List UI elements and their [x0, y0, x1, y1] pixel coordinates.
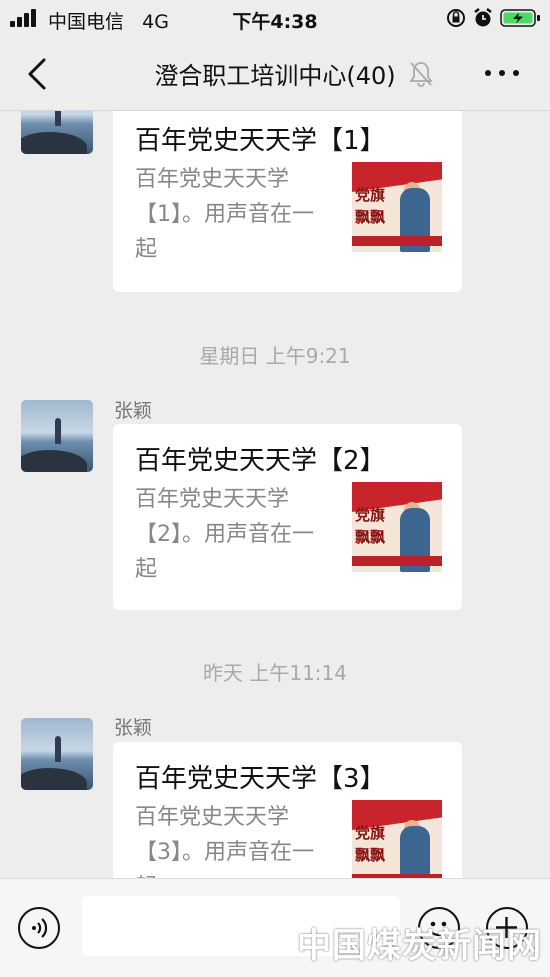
card-description: 百年党史天天学【3】。用声音在一起	[135, 805, 314, 878]
alarm-icon	[474, 8, 492, 27]
watermark: 中国煤炭新闻网	[297, 926, 542, 966]
sender-name: 张颖	[114, 717, 153, 739]
card-thumbnail: 党旗 飘飘	[352, 162, 442, 252]
card-thumbnail: 党旗 飘飘	[352, 800, 442, 878]
avatar[interactable]	[21, 111, 93, 154]
avatar[interactable]	[21, 718, 93, 790]
card-title: 百年党史天天学【3】	[135, 764, 386, 794]
input-bar: 中国煤炭新闻网	[0, 878, 550, 977]
thumbnail-text: 飘飘	[355, 528, 386, 546]
thumbnail-text: 飘飘	[355, 846, 386, 864]
bell-slash-icon	[409, 62, 433, 87]
link-card[interactable]: 百年党史天天学【2】 百年党史天天学【2】。用声音在一起 党旗 飘飘	[113, 424, 462, 610]
thumbnail-text: 党旗	[355, 506, 386, 524]
rotation-lock-icon	[447, 9, 465, 27]
link-card[interactable]: 百年党史天天学【3】 百年党史天天学【3】。用声音在一起 党旗 飘飘	[113, 742, 462, 878]
chat-title: 澄合职工培训中心(40)	[154, 62, 396, 90]
card-description: 百年党史天天学【2】。用声音在一起	[135, 487, 314, 582]
thumbnail-text: 飘飘	[355, 208, 386, 226]
message-list[interactable]: 百年党史天天学【1】 百年党史天天学【1】。用声音在一起 党旗 飘飘 星期日 上…	[0, 111, 550, 878]
thumbnail-text: 党旗	[355, 186, 386, 204]
more-icon[interactable]	[485, 70, 521, 78]
battery-icon	[500, 9, 540, 27]
sender-name: 张颖	[114, 400, 153, 422]
timestamp: 昨天 上午11:14	[203, 661, 347, 685]
card-description: 百年党史天天学【1】。用声音在一起	[135, 167, 314, 262]
chat-header: 澄合职工培训中心(40)	[0, 36, 550, 111]
voice-icon[interactable]	[18, 907, 60, 949]
clock: 下午4:38	[232, 11, 318, 33]
status-bar: 中国电信 4G 下午4:38	[0, 0, 550, 36]
card-title: 百年党史天天学【1】	[135, 126, 386, 156]
avatar[interactable]	[21, 400, 93, 472]
timestamp: 星期日 上午9:21	[199, 344, 351, 368]
thumbnail-text: 党旗	[355, 824, 386, 842]
card-thumbnail: 党旗 飘飘	[352, 482, 442, 572]
link-card[interactable]: 百年党史天天学【1】 百年党史天天学【1】。用声音在一起 党旗 飘飘	[113, 111, 462, 292]
card-title: 百年党史天天学【2】	[135, 446, 386, 476]
